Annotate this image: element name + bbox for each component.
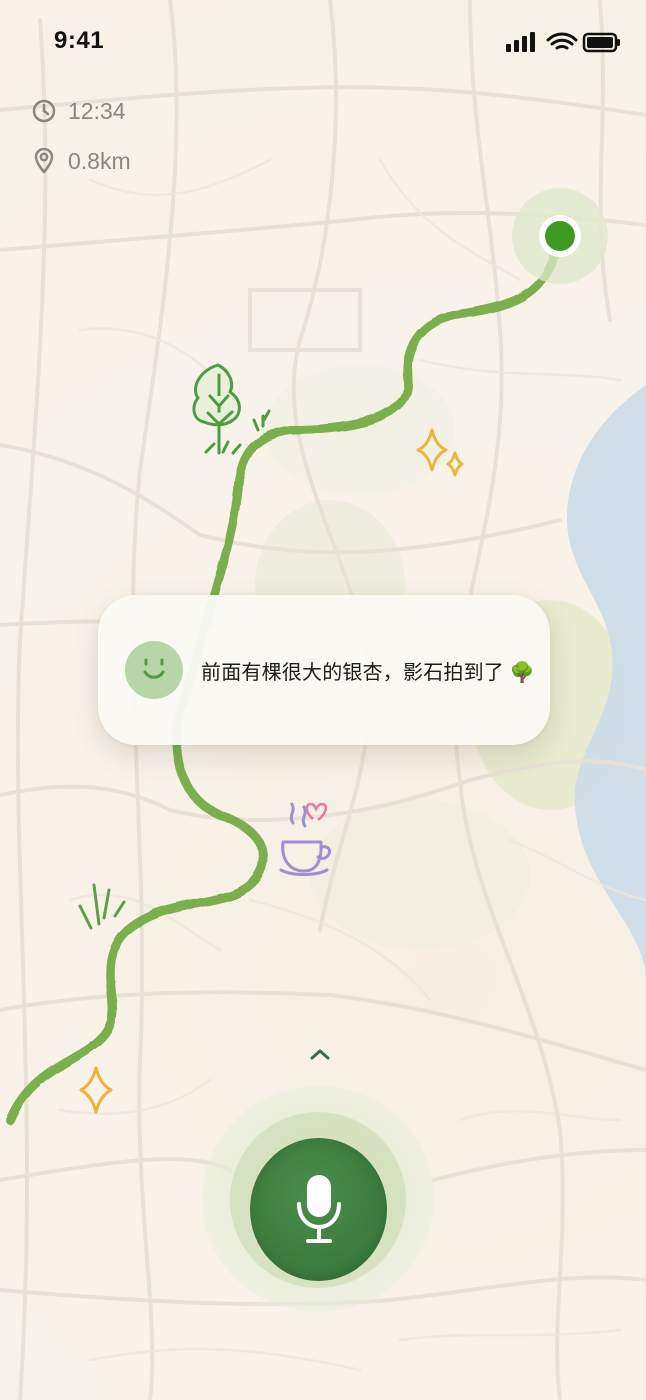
expand-panel-button[interactable] <box>304 1042 336 1066</box>
start-marker[interactable] <box>545 221 575 251</box>
status-icons <box>506 32 620 53</box>
chevron-up-icon <box>310 1049 330 1060</box>
microphone-icon <box>296 1174 341 1243</box>
wifi-icon <box>546 32 578 50</box>
clock-icon <box>30 97 58 125</box>
cellular-signal-icon <box>506 32 535 52</box>
smiley-avatar-icon <box>125 641 183 699</box>
walk-stats: 12:34 0.8km <box>30 96 131 196</box>
status-bar: 9:41 <box>0 0 646 84</box>
distance-stat: 0.8km <box>30 146 131 176</box>
companion-message-card: 前面有棵很大的银杏，影石拍到了 🌳 <box>98 595 550 745</box>
duration-value: 12:34 <box>68 97 126 124</box>
companion-message: 前面有棵很大的银杏，影石拍到了 🌳 <box>201 661 535 684</box>
distance-value: 0.8km <box>68 147 131 174</box>
status-time: 9:41 <box>54 27 105 54</box>
voice-input-area <box>202 1086 434 1312</box>
sparkle-icon <box>79 1066 113 1114</box>
duration-stat: 12:34 <box>30 96 131 126</box>
location-pin-icon <box>30 147 58 175</box>
battery-icon <box>582 32 620 53</box>
microphone-button[interactable] <box>250 1138 387 1281</box>
grass-doodle-icon <box>78 883 126 930</box>
walk-screen: 9:41 12:34 0.8km 前面有棵很大的银杏，影石拍到了 🌳 <box>0 0 646 1400</box>
